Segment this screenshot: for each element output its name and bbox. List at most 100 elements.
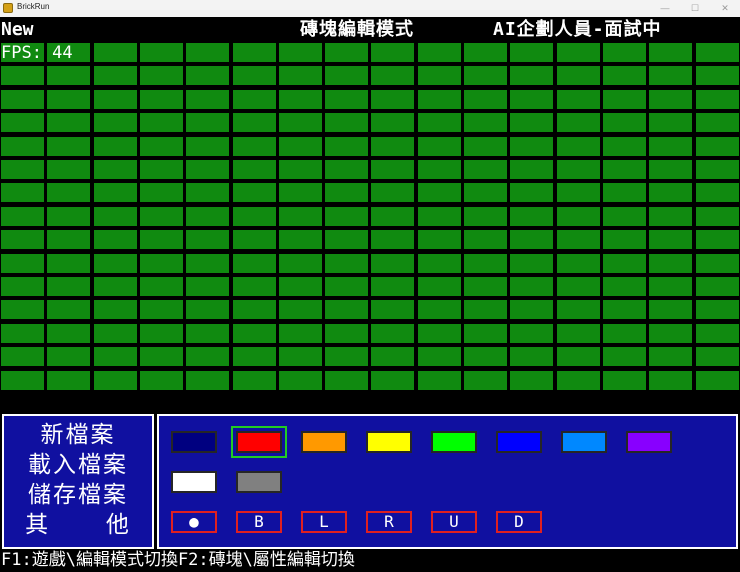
brick[interactable] <box>464 253 507 273</box>
brick[interactable] <box>186 113 230 133</box>
brick[interactable] <box>649 253 693 273</box>
color-swatch-navy[interactable] <box>171 431 217 453</box>
save-file-button[interactable]: 儲存檔案 <box>4 480 152 510</box>
load-file-button[interactable]: 載入檔案 <box>4 450 152 480</box>
brick[interactable] <box>1 160 44 179</box>
brick[interactable] <box>464 277 507 296</box>
brick[interactable] <box>417 136 461 156</box>
brick[interactable] <box>186 230 230 250</box>
brick[interactable] <box>510 347 554 367</box>
brick[interactable] <box>602 183 646 203</box>
brick[interactable] <box>278 43 322 62</box>
color-swatch-purple[interactable] <box>626 431 672 453</box>
brick[interactable] <box>649 370 693 390</box>
brick[interactable] <box>556 347 600 367</box>
brick[interactable] <box>464 183 507 203</box>
color-swatch-yellow[interactable] <box>366 431 412 453</box>
brick[interactable] <box>93 323 137 343</box>
brick[interactable] <box>417 277 461 296</box>
brick[interactable] <box>371 300 415 320</box>
brick[interactable] <box>278 277 322 296</box>
brick[interactable] <box>93 66 137 86</box>
brick[interactable] <box>371 230 415 250</box>
brick[interactable] <box>278 347 322 367</box>
brick[interactable] <box>371 43 415 62</box>
brick[interactable] <box>510 230 554 250</box>
brick[interactable] <box>139 136 183 156</box>
brick[interactable] <box>232 160 276 179</box>
brick[interactable] <box>371 136 415 156</box>
brick[interactable] <box>93 370 137 390</box>
brick[interactable] <box>417 89 461 109</box>
brick[interactable] <box>325 230 369 250</box>
brick[interactable] <box>510 277 554 296</box>
brick[interactable] <box>139 89 183 109</box>
brick[interactable] <box>464 160 507 179</box>
brick[interactable] <box>47 253 91 273</box>
brick[interactable] <box>93 347 137 367</box>
brick[interactable] <box>695 66 739 86</box>
brick[interactable] <box>649 160 693 179</box>
brick[interactable] <box>649 206 693 226</box>
brick[interactable] <box>186 277 230 296</box>
brick[interactable] <box>93 277 137 296</box>
minimize-button[interactable]: — <box>650 0 680 17</box>
brick[interactable] <box>139 230 183 250</box>
brick[interactable] <box>649 323 693 343</box>
brick[interactable] <box>417 183 461 203</box>
brick[interactable] <box>186 253 230 273</box>
brick[interactable] <box>371 206 415 226</box>
brick[interactable] <box>464 113 507 133</box>
brick[interactable] <box>417 113 461 133</box>
brick[interactable] <box>371 183 415 203</box>
brick[interactable] <box>695 277 739 296</box>
brick[interactable] <box>93 89 137 109</box>
brick[interactable] <box>649 43 693 62</box>
brick[interactable] <box>602 66 646 86</box>
brick[interactable] <box>510 206 554 226</box>
brick[interactable] <box>510 43 554 62</box>
color-swatch-blue[interactable] <box>496 431 542 453</box>
brick[interactable] <box>417 253 461 273</box>
brick[interactable] <box>325 136 369 156</box>
brick[interactable] <box>232 113 276 133</box>
brick[interactable] <box>47 370 91 390</box>
brick[interactable] <box>93 160 137 179</box>
brick[interactable] <box>464 230 507 250</box>
brick[interactable] <box>232 66 276 86</box>
brick[interactable] <box>649 136 693 156</box>
brick[interactable] <box>186 300 230 320</box>
brick[interactable] <box>1 66 44 86</box>
brick[interactable] <box>325 113 369 133</box>
brick[interactable] <box>278 89 322 109</box>
brick[interactable] <box>695 43 739 62</box>
brick[interactable] <box>186 347 230 367</box>
brick[interactable] <box>556 43 600 62</box>
color-swatch-sky-blue[interactable] <box>561 431 607 453</box>
brick[interactable] <box>556 66 600 86</box>
brick[interactable] <box>139 206 183 226</box>
brick[interactable] <box>510 136 554 156</box>
brick[interactable] <box>602 89 646 109</box>
brick[interactable] <box>417 323 461 343</box>
brick[interactable] <box>278 160 322 179</box>
brick[interactable] <box>325 206 369 226</box>
brick[interactable] <box>417 66 461 86</box>
brick[interactable] <box>602 347 646 367</box>
brick[interactable] <box>649 277 693 296</box>
brick[interactable] <box>186 323 230 343</box>
brick[interactable] <box>186 183 230 203</box>
brick[interactable] <box>371 323 415 343</box>
color-swatch-gray[interactable] <box>236 471 282 493</box>
brick[interactable] <box>556 89 600 109</box>
brick[interactable] <box>93 206 137 226</box>
brick[interactable] <box>139 300 183 320</box>
brick[interactable] <box>232 230 276 250</box>
brick[interactable] <box>695 253 739 273</box>
brick[interactable] <box>93 136 137 156</box>
brick[interactable] <box>1 370 44 390</box>
brick[interactable] <box>556 253 600 273</box>
brick[interactable] <box>417 43 461 62</box>
brick[interactable] <box>371 113 415 133</box>
brick[interactable] <box>1 113 44 133</box>
